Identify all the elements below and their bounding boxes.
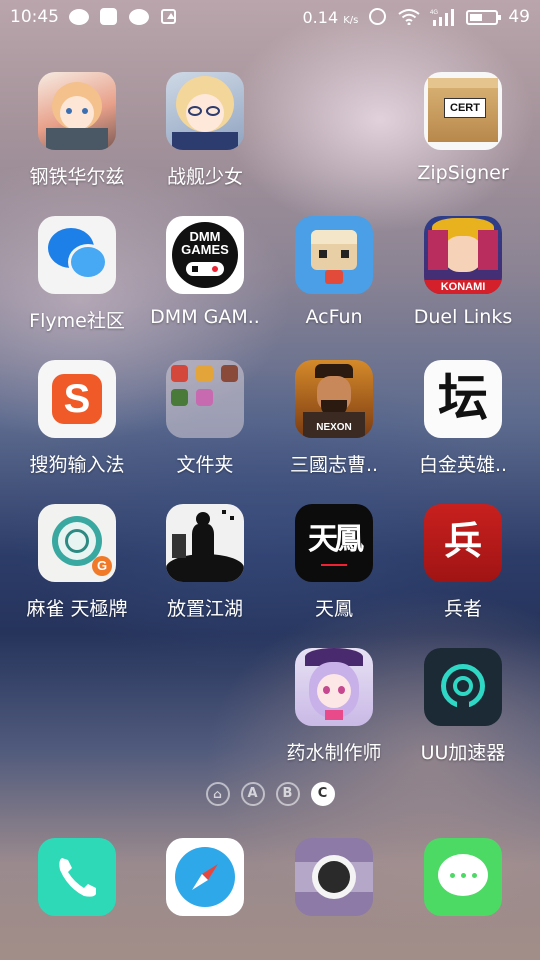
app-bingzhe[interactable]: 兵 兵者: [399, 504, 527, 621]
page-b-dot[interactable]: B: [275, 782, 300, 806]
app-label: 放置江湖: [166, 598, 243, 620]
app-label: UU加速器: [420, 742, 506, 764]
upload-icon: [159, 8, 179, 26]
app-label: 文件夹: [176, 454, 234, 476]
anime-girl-glasses-icon: [166, 72, 244, 150]
dock-messages[interactable]: [399, 838, 527, 916]
app-zipsigner[interactable]: CERT ZipSigner: [399, 72, 527, 184]
app-label: Flyme社区: [29, 310, 125, 332]
page-a-dot[interactable]: A: [240, 782, 265, 806]
status-bar: 10:45 0.14 K/s 4G 49: [0, 0, 540, 34]
app-label: 钢铁华尔兹: [29, 166, 125, 188]
phone-icon: [38, 838, 116, 916]
app-potion-maker[interactable]: 药水制作师: [270, 648, 398, 765]
page-home-dot[interactable]: ⌂: [205, 782, 230, 806]
cert-box-icon: CERT: [424, 72, 502, 150]
app-label: 兵者: [443, 598, 482, 620]
svg-text:4G: 4G: [430, 10, 438, 16]
dock-phone[interactable]: [13, 838, 141, 916]
signal-icon: 4G: [430, 9, 455, 26]
dock-browser[interactable]: [141, 838, 269, 916]
three-kingdoms-icon: NEXON: [295, 360, 373, 438]
app-label: 搜狗输入法: [29, 454, 125, 476]
tenhou-icon: 天鳳: [295, 504, 373, 582]
app-folder[interactable]: 文件夹: [141, 360, 269, 477]
message-icon: [424, 838, 502, 916]
app-label: 白金英雄..: [418, 454, 508, 476]
app-acfun[interactable]: AcFun: [270, 216, 398, 328]
bingzhe-icon: 兵: [424, 504, 502, 582]
app-mahjong[interactable]: G 麻雀 天極牌: [13, 504, 141, 621]
page-c-dot[interactable]: C: [310, 782, 335, 806]
acfun-icon: [295, 216, 373, 294]
app-steel-waltz[interactable]: 钢铁华尔兹: [13, 72, 141, 189]
wuxia-silhouette-icon: [166, 504, 244, 582]
chat-notification-icon: [129, 8, 149, 26]
app-uu-accelerator[interactable]: UU加速器: [399, 648, 527, 765]
app-label: 药水制作师: [286, 742, 382, 764]
app-idle-jianghu[interactable]: 放置江湖: [141, 504, 269, 621]
anime-girl-icon: [38, 72, 116, 150]
app-dmm-games[interactable]: DMM GAMES DMM GAM..: [141, 216, 269, 328]
potion-witch-icon: [295, 648, 373, 726]
app-label: 战舰少女: [166, 166, 243, 188]
app-label: ZipSigner: [417, 162, 509, 184]
dmm-games-icon: DMM GAMES: [166, 216, 244, 294]
duel-links-icon: KONAMI: [424, 216, 502, 294]
app-label: Duel Links: [413, 306, 513, 328]
app-label: DMM GAM..: [150, 306, 260, 328]
compass-icon: [166, 838, 244, 916]
mahjong-tile-icon: G: [38, 504, 116, 582]
qq-notification-icon: [99, 8, 119, 26]
uu-accelerator-icon: [424, 648, 502, 726]
app-three-kingdoms[interactable]: NEXON 三國志曹..: [270, 360, 398, 477]
camera-icon: [295, 838, 373, 916]
net-speed: 0.14 K/s: [302, 7, 359, 27]
message-notification-icon: [69, 8, 89, 26]
app-label: 麻雀 天極牌: [26, 598, 128, 620]
dock-camera[interactable]: [270, 838, 398, 916]
app-label: 天鳳: [314, 598, 353, 620]
app-label: 三國志曹..: [289, 454, 379, 476]
calligraphy-icon: 坛: [424, 360, 502, 438]
sogou-s-icon: S: [38, 360, 116, 438]
app-platinum-hero[interactable]: 坛 白金英雄..: [399, 360, 527, 477]
wifi-icon: [398, 9, 420, 25]
app-tenhou[interactable]: 天鳳 天鳳: [270, 504, 398, 621]
clock-time: 10:45: [10, 7, 59, 27]
chat-bubbles-icon: [38, 216, 116, 294]
app-duel-links[interactable]: KONAMI Duel Links: [399, 216, 527, 328]
app-flyme-community[interactable]: Flyme社区: [13, 216, 141, 333]
folder-icon: [166, 360, 244, 438]
battery-percent: 49: [508, 7, 530, 27]
app-warship-girls[interactable]: 战舰少女: [141, 72, 269, 189]
page-indicator: ⌂ A B C: [0, 782, 540, 806]
app-sogou-input[interactable]: S 搜狗输入法: [13, 360, 141, 477]
alarm-icon: [368, 8, 388, 26]
app-label: AcFun: [305, 306, 363, 328]
battery-icon: [466, 9, 502, 25]
